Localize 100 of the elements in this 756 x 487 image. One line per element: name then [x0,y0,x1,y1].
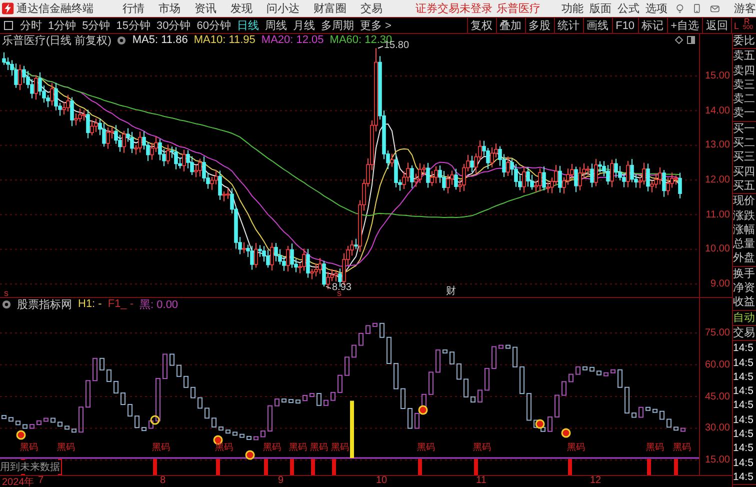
quote-label: 换手 [733,266,756,282]
trade-time: 14:5 [733,356,754,370]
period-tab[interactable]: 15分钟 [113,18,154,33]
event-marker[interactable]: 财 [446,284,456,298]
menu-item[interactable]: 财富圈 [306,1,354,16]
quote-label: 净资 [733,281,756,296]
user-label[interactable]: 游客 [734,1,756,16]
quote-label: 买三 [733,150,756,165]
toolbar-button[interactable]: 统计 [554,18,583,33]
stock-name: 乐普医疗 [496,2,541,16]
date-label: 11 [476,475,486,486]
signal-label: 黑码 [152,441,170,454]
signal-label: 黑码 [417,441,435,454]
split-marker: s [337,288,342,298]
future-data-note: 用到未来数据 [0,460,61,474]
signal-label: 黑码 [673,441,691,454]
quote-label: 卖五 [733,49,756,64]
quote-label: 现价 [733,194,756,209]
indicator-tick: 45.00 [704,391,730,402]
menu-item[interactable]: 公式 [614,1,643,16]
lr-label: R [744,17,750,26]
toolbar-button[interactable]: 叠加 [496,18,525,33]
period-tab[interactable]: 日线 [234,18,262,33]
trade-time: 14:5 [733,456,754,470]
quote-label: 卖一 [733,106,756,121]
date-label: 10 [376,475,388,486]
login-notice[interactable]: 证券交易未登录 [416,1,493,16]
menu-item[interactable]: 功能 [558,1,587,16]
lr-label: L [734,21,740,31]
signal-label: 黑码 [331,441,349,454]
quote-label: 买二 [733,136,756,150]
menu-item[interactable]: 市场 [152,1,188,16]
indicator-tick: 15.00 [704,454,730,466]
indicator-tick: 60.00 [704,359,730,370]
trade-time: 14:5 [733,441,754,456]
indicator-value: H1: - [78,298,102,310]
menu-item[interactable]: 行情 [116,1,152,16]
toolbar-button[interactable]: 多股 [524,18,554,33]
signal-label: 黑码 [215,441,233,454]
ma-value: MA20: 12.05 [261,34,324,46]
quote-label: 总量 [733,237,756,252]
quote-label: 自动 [733,310,756,325]
quote-label: 委比 [733,34,756,48]
split-marker: s [4,288,8,298]
period-tab[interactable]: 多周期 [318,18,357,33]
period-tab[interactable]: 更多 > [357,18,394,33]
date-label: 12 [590,475,602,486]
indicator-tick: 75.00 [704,328,730,338]
quote-label: 卖三 [733,78,756,92]
ma-value: MA5: 11.86 [132,34,188,46]
toolbar-button[interactable]: 标记 [638,18,667,33]
price-tick: 14.00 [704,105,730,116]
quote-label: 买四 [733,164,756,179]
menu-item[interactable]: 发现 [224,1,260,16]
price-tick: 12.00 [704,174,730,186]
quote-label: 涨跌 [733,208,756,223]
signal-label: 黑码 [263,441,281,454]
menu-item[interactable]: 资讯 [188,1,224,16]
menu-item[interactable]: 选项 [642,1,671,16]
trade-time: 14:5 [733,384,754,398]
period-tab[interactable]: 周线 [262,18,290,33]
toolbar-button[interactable]: 复权 [466,18,496,33]
trade-time: 14:5 [733,470,754,484]
indicator-value: F1_ - [108,298,134,310]
quote-label: 卖二 [733,92,756,106]
period-tab[interactable]: 5分钟 [79,18,114,33]
quote-label: 外盘 [733,251,756,266]
signal-label: 黑码 [289,441,307,454]
signal-label: 黑码 [20,441,38,454]
trade-time: 14:5 [733,427,754,442]
price-tick: 11.00 [706,209,730,220]
date-label: 2024年 [2,476,34,487]
signal-label: 黑码 [310,441,328,454]
signal-label: 黑码 [646,441,664,454]
price-tick: 13.00 [704,140,730,151]
period-tab[interactable]: 30分钟 [154,18,194,33]
ma-value: MA10: 11.95 [194,34,256,46]
trade-time: 14:5 [733,412,754,428]
toolbar-button[interactable]: +自选 [666,18,702,33]
indicator-tick: 30.00 [704,422,730,434]
quote-label: 收益 [733,295,756,310]
quote-label: 买五 [733,178,756,194]
quote-label: 卖四 [733,64,756,78]
date-label: 8 [160,475,166,486]
period-tab[interactable]: 1分钟 [45,18,80,33]
period-tab[interactable]: 月线 [290,18,318,33]
toolbar-button[interactable]: 返回 [702,18,731,33]
menu-item[interactable]: 版面 [586,1,615,16]
chart-title: 乐普医疗(日线 前复权) [2,34,112,48]
price-tick: 10.00 [704,244,730,255]
date-label: 7 [38,475,44,486]
trade-time: 14:5 [733,341,754,356]
price-tick: 15.00 [704,70,730,82]
menu-item[interactable]: 问小达 [260,1,307,16]
period-tab[interactable]: 分时 [17,18,45,33]
toolbar-button[interactable]: F10 [612,18,638,33]
period-tab[interactable]: 60分钟 [194,18,234,33]
menu-item[interactable]: 交易 [354,1,390,16]
toolbar-button[interactable]: 画线 [582,18,612,33]
quote-label: 涨幅 [733,222,756,238]
